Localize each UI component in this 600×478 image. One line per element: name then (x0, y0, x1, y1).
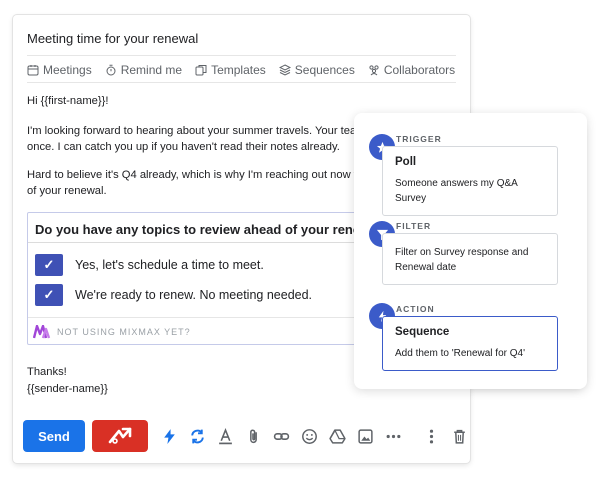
greeting-text: Hi {{first-name}}! (27, 95, 109, 107)
templates-button[interactable]: Templates (195, 63, 266, 77)
survey-option-1[interactable]: ✓ Yes, let's schedule a time to meet. (35, 254, 264, 276)
emoji-tool[interactable] (300, 427, 319, 446)
people-icon (369, 65, 379, 76)
link-tool[interactable] (272, 427, 291, 446)
drive-tool[interactable] (328, 427, 347, 446)
drive-icon (329, 428, 346, 444)
survey-question: Do you have any topics to review ahead o… (35, 222, 367, 237)
checkbox-icon[interactable]: ✓ (35, 254, 63, 276)
alarm-icon (106, 64, 116, 76)
survey-divider (28, 242, 366, 243)
more-vertical-icon (429, 429, 434, 443)
mixmax-logo-icon (33, 325, 51, 339)
collaborators-label: Collaborators (383, 63, 456, 77)
filter-label: FILTER (396, 221, 432, 231)
survey-footer-divider (28, 317, 366, 318)
mixmax-footer-link[interactable]: NOT USING MIXMAX YET? (33, 325, 191, 339)
action-title: Sequence (395, 326, 450, 338)
checkbox-icon[interactable]: ✓ (35, 284, 63, 306)
filter-description-line-2: Renewal date (395, 262, 457, 273)
discard-tool[interactable] (450, 427, 469, 446)
trash-icon (454, 429, 465, 444)
trigger-label: TRIGGER (396, 134, 442, 144)
filter-description-line-1: Filter on Survey response and (395, 247, 529, 258)
trigger-title: Poll (395, 156, 417, 168)
paperclip-icon (250, 429, 257, 443)
templates-icon (195, 65, 207, 76)
action-label: ACTION (396, 304, 435, 314)
remind-me-button[interactable]: Remind me (105, 63, 182, 77)
formatting-tools (160, 427, 469, 446)
layers-icon (278, 64, 291, 76)
more-options-tool[interactable] (384, 427, 403, 446)
link-icon (273, 432, 290, 440)
templates-label: Templates (211, 63, 266, 77)
body-paragraph-2-line-1: Hard to believe it's Q4 already, which i… (27, 169, 390, 181)
attach-tool[interactable] (244, 427, 263, 446)
collaborators-button[interactable]: Collaborators (368, 63, 455, 77)
signoff: Thanks! {{sender-name}} (27, 364, 108, 398)
thanks-text: Thanks! (27, 366, 67, 378)
survey-option-2-label: We're ready to renew. No meeting needed. (75, 288, 313, 302)
body-paragraph-2-line-2: of your renewal. (27, 185, 107, 197)
subject-divider (27, 55, 456, 56)
calendar-icon (27, 65, 39, 76)
compose-toolbar: Meetings Remind me Templates Sequences C… (27, 63, 455, 77)
text-format-tool[interactable] (216, 427, 235, 446)
mixmax-send-later-button[interactable] (92, 420, 148, 452)
image-icon (358, 428, 373, 444)
more-vertical-tool[interactable] (422, 427, 441, 446)
trigger-card[interactable]: Poll Someone answers my Q&A Survey (382, 146, 558, 216)
sequences-button[interactable]: Sequences (278, 63, 355, 77)
remind-me-label: Remind me (120, 63, 183, 77)
body-paragraph-1-line-1: I'm looking forward to hearing about you… (27, 125, 388, 137)
filter-card[interactable]: Filter on Survey response and Renewal da… (382, 233, 558, 285)
action-description: Add them to 'Renewal for Q4' (395, 348, 525, 359)
sync-icon (191, 429, 204, 443)
mixmax-footer-text: NOT USING MIXMAX YET? (57, 327, 191, 337)
toolbar-divider (27, 82, 456, 83)
survey-option-1-label: Yes, let's schedule a time to meet. (75, 258, 264, 272)
sender-name-text: {{sender-name}} (27, 383, 108, 395)
action-card[interactable]: Sequence Add them to 'Renewal for Q4' (382, 316, 558, 371)
body-paragraph-1-line-2: once. I can catch you up if you haven't … (27, 141, 340, 153)
emoji-icon (302, 428, 317, 444)
lightning-tool[interactable] (160, 427, 179, 446)
more-horizontal-icon (386, 434, 401, 438)
meetings-button[interactable]: Meetings (27, 63, 92, 77)
trigger-description: Someone answers my Q&A Survey (395, 178, 518, 204)
mixmax-rocket-icon (108, 427, 132, 444)
workflow-panel: TRIGGER Poll Someone answers my Q&A Surv… (354, 113, 587, 389)
send-button[interactable]: Send (23, 420, 85, 452)
survey-option-2[interactable]: ✓ We're ready to renew. No meeting neede… (35, 284, 312, 306)
bottom-toolbar: Send (23, 420, 469, 452)
meetings-label: Meetings (43, 63, 92, 77)
lightning-icon (164, 428, 175, 444)
survey-embed: Do you have any topics to review ahead o… (27, 212, 367, 345)
text-format-icon (219, 427, 232, 444)
image-tool[interactable] (356, 427, 375, 446)
sync-tool[interactable] (188, 427, 207, 446)
subject-field[interactable]: Meeting time for your renewal (27, 31, 198, 46)
sequences-label: Sequences (294, 63, 355, 77)
